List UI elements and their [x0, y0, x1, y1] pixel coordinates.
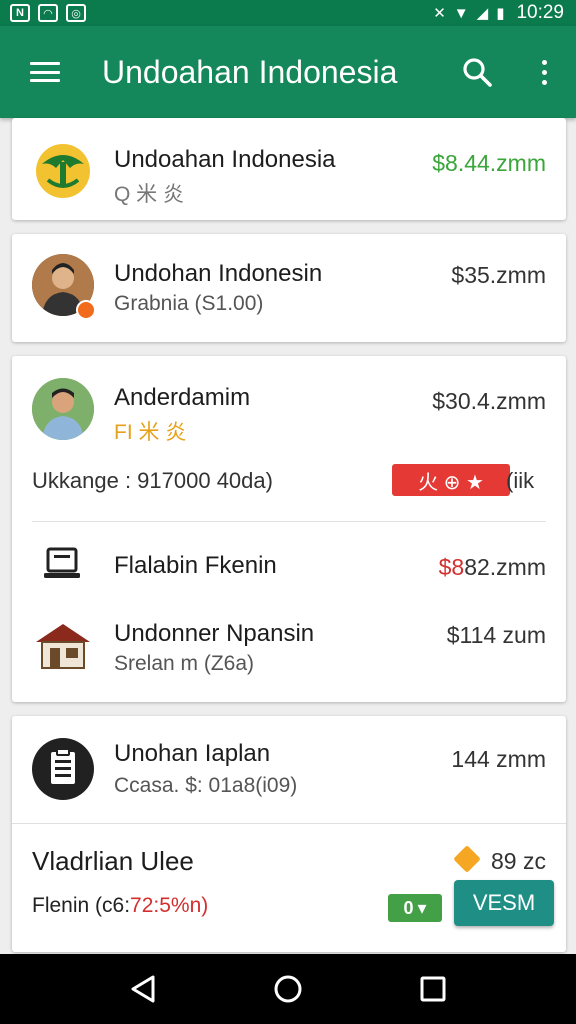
overflow-menu-button[interactable]: [512, 26, 576, 118]
item-subtitle: Q 米 炎: [114, 183, 185, 206]
footer-subtitle: Flenin (c6:72:5%n): [32, 894, 209, 917]
house-icon: [36, 624, 90, 669]
item-price: $114 zum: [446, 622, 546, 648]
item-title: Undohan Indonesin: [114, 260, 323, 287]
search-icon: [463, 58, 492, 87]
laptop-icon: [44, 547, 80, 578]
search-button[interactable]: [442, 26, 512, 118]
list-item[interactable]: Flalabin Fkenin $882.zmm: [12, 526, 566, 590]
list-card[interactable]: Undoahan Indonesia Q 米 炎 $8.44.zmm: [12, 118, 566, 220]
divider: [32, 521, 546, 522]
person-photo-icon: [32, 378, 94, 440]
footer-price: 89 zc: [491, 848, 546, 874]
item-subtitle: Grabnia (S1.00): [114, 292, 264, 315]
list-item[interactable]: Unohan Iaplan Ccasa. $: 01a8(i09) 144 zm…: [12, 716, 566, 822]
tag-icon: [453, 845, 481, 873]
footer-title: Vladrlian Ulee: [32, 846, 194, 876]
item-price: $35.zmm: [451, 262, 546, 288]
signal-icon: ◢: [476, 4, 489, 22]
vibrate-off-icon: ✕: [433, 4, 446, 22]
battery-icon: ▮: [496, 4, 505, 22]
more-vert-icon: [541, 59, 547, 85]
notification-icons: N ◠ ◎: [10, 4, 86, 22]
item-price: $8.44.zmm: [432, 150, 546, 176]
badge-tail: (iik: [506, 468, 535, 493]
status-dot-icon: [76, 300, 96, 320]
recents-button[interactable]: [403, 959, 463, 1019]
list-card[interactable]: Undohan Indonesin Grabnia (S1.00) $35.zm…: [12, 234, 566, 342]
item-subtitle: Srelan m (Z6a): [114, 652, 255, 675]
menu-button[interactable]: [0, 26, 90, 118]
hamburger-icon: [30, 62, 60, 82]
check-icon: ▾: [417, 897, 427, 918]
item-price: 144 zmm: [451, 746, 546, 772]
app-bar: Undoahan Indonesia: [0, 26, 576, 118]
person-price: $30.4.zmm: [432, 388, 546, 414]
footer-item[interactable]: Vladrlian Ulee 89 zc Flenin (c6:72:5%n) …: [12, 828, 566, 948]
person-name: Anderdamim: [114, 384, 251, 411]
item-title: Undonner Npansin: [114, 620, 315, 647]
person-avatar: [32, 378, 94, 440]
clock: 10:29: [516, 2, 564, 23]
item-price: $882.zmm: [438, 554, 546, 580]
system-icons: ✕ ▼ ◢ ▮ 10:29: [433, 2, 564, 24]
recents-square-icon: [420, 976, 446, 1002]
list-card-group: Unohan Iaplan Ccasa. $: 01a8(i09) 144 zm…: [12, 716, 566, 952]
navigation-bar: [0, 954, 576, 1024]
document-avatar: [32, 738, 94, 800]
stat-line: Ukkange : 917000 40da): [32, 468, 273, 493]
divider: [12, 823, 566, 824]
action-button[interactable]: VESM: [454, 880, 554, 926]
home-button[interactable]: [258, 959, 318, 1019]
toggle-badge[interactable]: 0 ▾: [388, 894, 442, 922]
notification-arc-icon: ◠: [38, 4, 58, 22]
garuda-emblem-icon: [36, 144, 90, 198]
list-item[interactable]: Undonner Npansin Srelan m (Z6a) $114 zum: [12, 600, 566, 700]
person-subtitle: FI 米 炎: [114, 421, 187, 444]
notification-n-icon: N: [10, 4, 30, 22]
emblem-avatar: [32, 140, 94, 202]
back-button[interactable]: [113, 959, 173, 1019]
clipboard-icon: [51, 748, 75, 784]
back-triangle-icon: [131, 975, 155, 1003]
rating-badge: 火 ⊕ ★: [392, 464, 510, 496]
item-title: Undoahan Indonesia: [114, 146, 336, 173]
notification-app-icon: ◎: [66, 4, 86, 22]
person-row[interactable]: Anderdamim FI 米 炎 $30.4.zmm Ukkange : 91…: [12, 356, 566, 516]
house-thumbnail: [32, 614, 94, 676]
wifi-icon: ▼: [453, 4, 469, 22]
status-bar: N ◠ ◎ ✕ ▼ ◢ ▮ 10:29: [0, 0, 576, 26]
item-title: Flalabin Fkenin: [114, 552, 277, 579]
app-title: Undoahan Indonesia: [102, 53, 398, 90]
item-title: Unohan Iaplan: [114, 740, 271, 767]
list-card-group: Anderdamim FI 米 炎 $30.4.zmm Ukkange : 91…: [12, 356, 566, 702]
item-subtitle: Ccasa. $: 01a8(i09): [114, 774, 298, 797]
home-circle-icon: [274, 975, 302, 1003]
